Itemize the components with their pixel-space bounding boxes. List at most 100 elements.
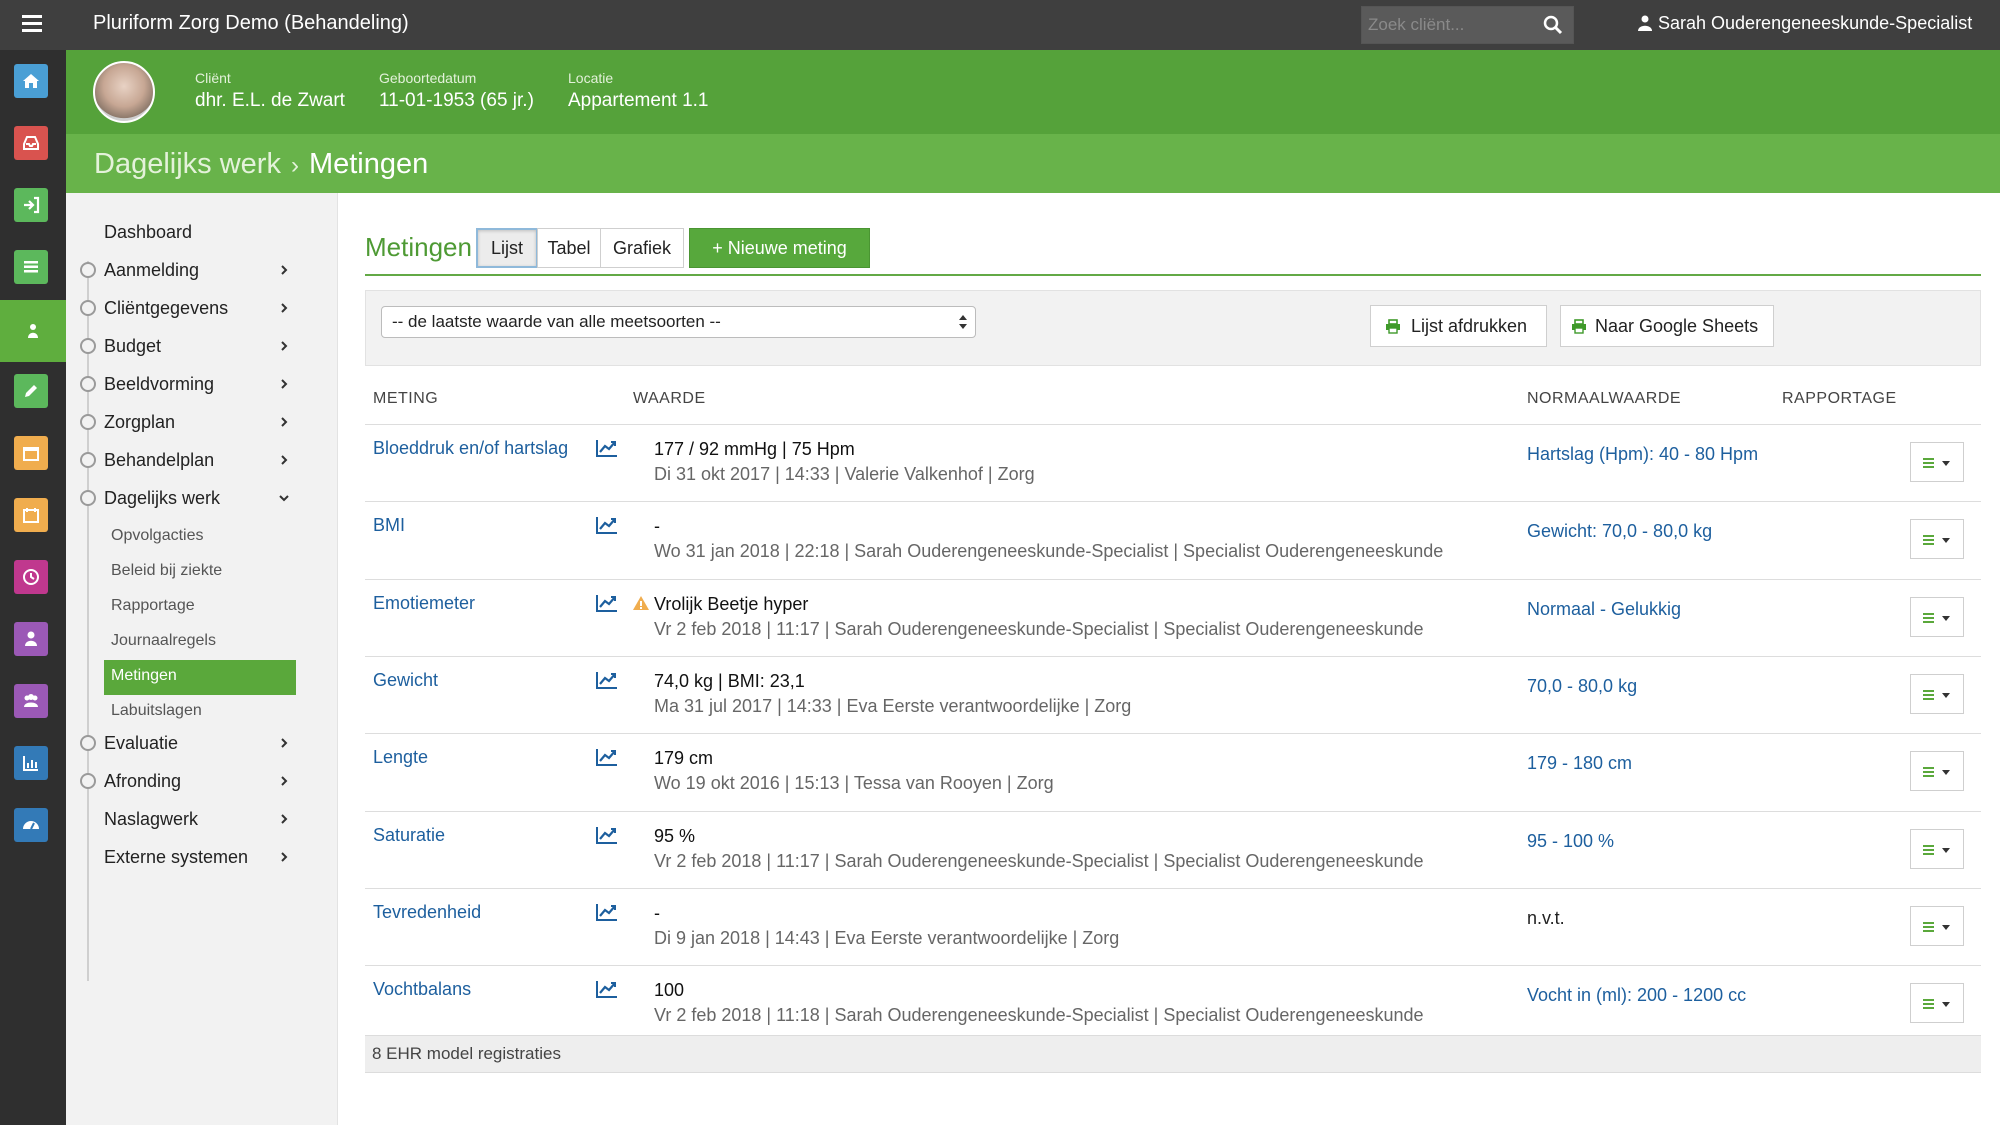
sub-item-journaalregels[interactable]: Journaalregels <box>111 632 216 650</box>
report-menu-button[interactable] <box>1910 983 1964 1024</box>
chevron-right-icon[interactable] <box>278 454 290 466</box>
normal-value[interactable]: Gewicht: 70,0 - 80,0 kg <box>1527 521 1712 542</box>
measurement-type-select[interactable]: -- de laatste waarde van alle meetsoorte… <box>381 306 976 338</box>
line-chart-icon[interactable] <box>596 671 618 689</box>
bar-chart-icon[interactable] <box>14 746 48 780</box>
line-chart-icon[interactable] <box>596 980 618 999</box>
location-info: Locatie Appartement 1.1 <box>568 70 708 112</box>
report-menu-button[interactable] <box>1910 519 1964 560</box>
measurement-name-link[interactable]: Tevredenheid <box>373 902 481 923</box>
search-icon[interactable] <box>1543 15 1563 35</box>
print-list-label: Lijst afdrukken <box>1411 316 1528 336</box>
report-menu-button[interactable] <box>1910 751 1964 792</box>
calendar-alt-icon[interactable] <box>14 498 48 532</box>
chevron-right-icon[interactable] <box>278 264 290 276</box>
line-chart-icon[interactable] <box>596 748 618 767</box>
measurement-name-link[interactable]: Gewicht <box>373 670 438 691</box>
inbox-icon[interactable] <box>14 126 48 160</box>
nav-item-aanmelding[interactable]: Aanmelding <box>104 260 304 281</box>
report-menu-button[interactable] <box>1910 905 1964 946</box>
line-chart-icon[interactable] <box>596 903 618 921</box>
breadcrumb-current: Metingen <box>308 148 429 180</box>
chevron-right-icon[interactable] <box>278 416 290 428</box>
line-chart-icon[interactable] <box>596 516 618 535</box>
normal-value[interactable]: Vocht in (ml): 200 - 1200 cc <box>1527 985 1746 1006</box>
normal-value[interactable]: 70,0 - 80,0 kg <box>1527 676 1637 697</box>
normal-value[interactable]: 95 - 100 % <box>1527 831 1614 852</box>
nav-item-budget[interactable]: Budget <box>104 336 304 357</box>
measurement-name-link[interactable]: BMI <box>373 515 405 536</box>
nav-item-behandelplan[interactable]: Behandelplan <box>104 450 304 471</box>
tab-lijst[interactable]: Lijst <box>476 228 538 268</box>
user-add-icon[interactable] <box>0 300 66 362</box>
sub-item-rapportage[interactable]: Rapportage <box>111 597 195 615</box>
nav-item-dashboard[interactable]: Dashboard <box>104 222 304 243</box>
chevron-right-icon[interactable] <box>278 302 290 314</box>
nav-item-clientgegevens[interactable]: Cliëntgegevens <box>104 298 304 319</box>
sub-item-beleid-bij-ziekte[interactable]: Beleid bij ziekte <box>111 562 222 580</box>
select-arrows-icon <box>959 315 967 329</box>
dashboard-icon[interactable] <box>14 808 48 842</box>
chevron-right-icon[interactable] <box>278 340 290 352</box>
normal-value[interactable]: Hartslag (Hpm): 40 - 80 Hpm <box>1527 444 1758 465</box>
breadcrumb-parent[interactable]: Dagelijks werk <box>94 148 281 180</box>
google-sheets-button[interactable]: Naar Google Sheets <box>1560 305 1774 347</box>
nav-item-afronding[interactable]: Afronding <box>104 771 304 792</box>
nav-item-externe-systemen[interactable]: Externe systemen <box>104 847 304 868</box>
chevron-right-icon[interactable] <box>278 378 290 390</box>
chevron-right-icon[interactable] <box>278 813 290 825</box>
measurement-name-link[interactable]: Lengte <box>373 747 428 768</box>
report-menu-button[interactable] <box>1910 442 1964 482</box>
sub-item-metingen[interactable]: Metingen <box>104 660 296 695</box>
chevron-down-icon[interactable] <box>278 492 290 504</box>
sub-item-labuitslagen[interactable]: Labuitslagen <box>111 702 202 720</box>
user-icon[interactable] <box>14 622 48 656</box>
report-menu-button[interactable] <box>1910 673 1964 714</box>
client-header: Cliënt dhr. E.L. de Zwart Geboortedatum … <box>66 50 2000 134</box>
line-chart-icon[interactable] <box>596 439 618 457</box>
tab-grafiek[interactable]: Grafiek <box>600 228 684 268</box>
pencil-icon[interactable] <box>14 374 48 408</box>
group-icon[interactable] <box>14 684 48 718</box>
chevron-right-icon[interactable] <box>278 851 290 863</box>
print-icon <box>1572 319 1586 334</box>
measurement-meta: Ma 31 jul 2017 | 14:33 | Eva Eerste vera… <box>654 695 1132 716</box>
line-chart-icon[interactable] <box>596 826 618 844</box>
list-icon[interactable] <box>14 250 48 284</box>
new-measurement-button[interactable]: + Nieuwe meting <box>689 228 870 268</box>
normal-value[interactable]: Normaal - Gelukkig <box>1527 599 1681 620</box>
normal-value[interactable]: 179 - 180 cm <box>1527 753 1632 774</box>
measurement-name-link[interactable]: Emotiemeter <box>373 593 475 614</box>
measurement-value: - <box>654 902 660 923</box>
normal-value: n.v.t. <box>1527 907 1565 928</box>
filter-panel: -- de laatste waarde van alle meetsoorte… <box>365 290 1981 366</box>
line-chart-icon[interactable] <box>596 594 618 612</box>
nav-item-evaluatie[interactable]: Evaluatie <box>104 733 304 754</box>
home-icon[interactable] <box>14 64 48 98</box>
record-count: 8 EHR model registraties <box>372 1044 561 1063</box>
measurement-meta: Vr 2 feb 2018 | 11:18 | Sarah Ouderengen… <box>654 1005 1424 1026</box>
client-search[interactable] <box>1361 6 1574 44</box>
chevron-right-icon[interactable] <box>278 775 290 787</box>
menu-icon[interactable] <box>22 15 42 35</box>
nav-item-naslagwerk[interactable]: Naslagwerk <box>104 809 304 830</box>
clock-icon[interactable] <box>14 560 48 594</box>
print-list-button[interactable]: Lijst afdrukken <box>1370 305 1547 347</box>
nav-item-beeldvorming[interactable]: Beeldvorming <box>104 374 304 395</box>
measurement-name-link[interactable]: Bloeddruk en/of hartslag <box>373 438 568 459</box>
tab-tabel[interactable]: Tabel <box>537 228 601 268</box>
chevron-right-icon[interactable] <box>278 737 290 749</box>
report-menu-button[interactable] <box>1910 828 1964 869</box>
nav-item-zorgplan[interactable]: Zorgplan <box>104 412 304 433</box>
sub-item-opvolgacties[interactable]: Opvolgacties <box>111 527 204 545</box>
search-input[interactable] <box>1362 7 1532 43</box>
nav-item-dagelijks-werk[interactable]: Dagelijks werk <box>104 488 304 509</box>
measurement-name-link[interactable]: Saturatie <box>373 825 445 846</box>
calendar-icon[interactable] <box>14 436 48 470</box>
report-menu-button[interactable] <box>1910 596 1964 637</box>
measurement-name-link[interactable]: Vochtbalans <box>373 979 471 1000</box>
user-menu[interactable]: Sarah Ouderengeneeskunde-Specialist <box>1638 13 1972 34</box>
sign-in-icon[interactable] <box>14 188 48 222</box>
nav-timeline <box>87 261 89 981</box>
measurement-meta: Di 31 okt 2017 | 14:33 | Valerie Valkenh… <box>654 464 1035 484</box>
